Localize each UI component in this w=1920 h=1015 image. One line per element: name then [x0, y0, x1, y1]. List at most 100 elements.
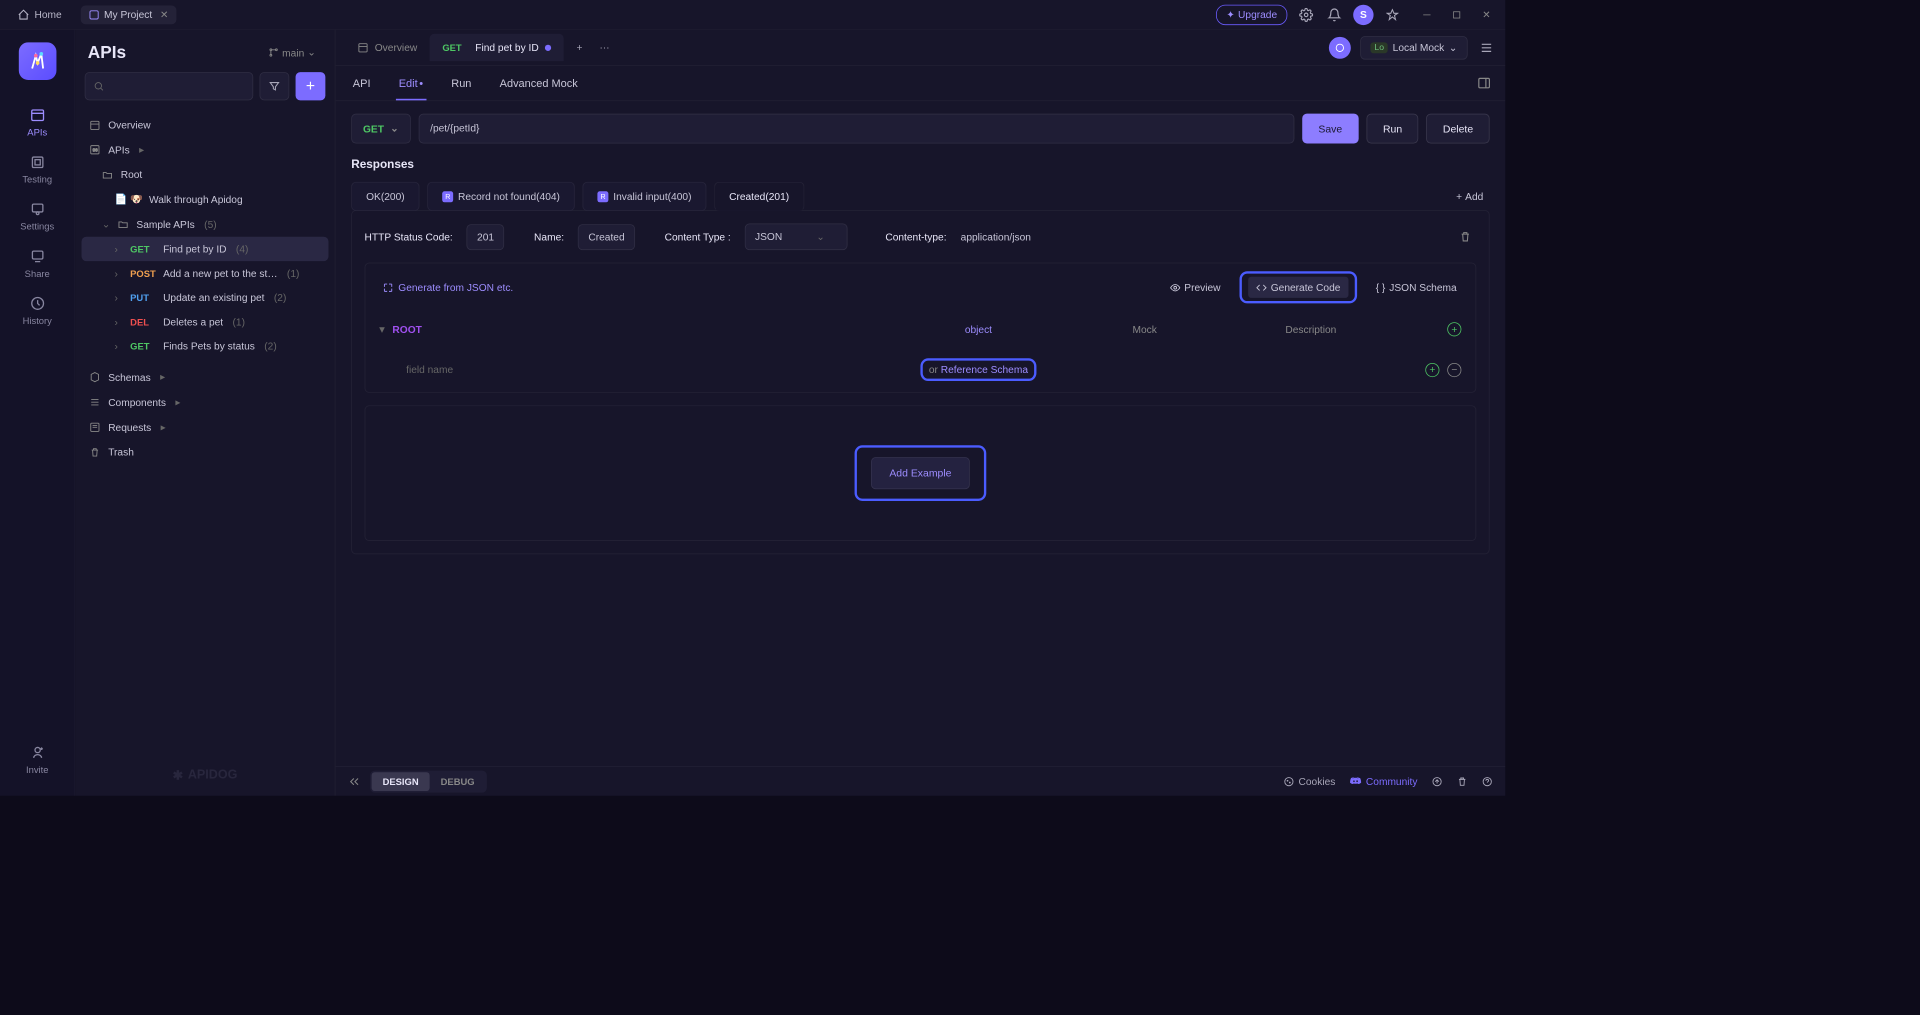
tree-apis-section[interactable]: 96 APIs ▸	[82, 137, 329, 162]
code-icon	[1256, 282, 1267, 293]
add-example-button[interactable]: Add Example	[871, 457, 969, 489]
close-window-icon[interactable]: ✕	[1477, 5, 1496, 24]
tree-overview[interactable]: Overview	[82, 113, 329, 137]
resp-tab-0[interactable]: OK(200)	[351, 182, 419, 211]
field-name-input[interactable]: field name	[403, 361, 456, 379]
chevron-down-icon: ⌄	[1449, 41, 1458, 54]
status-badge-icon: R	[442, 191, 453, 202]
project-tab[interactable]: My Project ✕	[81, 5, 177, 24]
search-icon	[93, 81, 104, 92]
tree-walkthrough[interactable]: 📄 🐶 Walk through Apidog	[82, 187, 329, 212]
tree-trash[interactable]: Trash	[82, 440, 329, 464]
tree-endpoint-4[interactable]: › GET Finds Pets by status (2)	[82, 334, 329, 358]
save-button[interactable]: Save	[1302, 114, 1359, 144]
generate-code-button[interactable]: Generate Code	[1248, 277, 1348, 298]
json-schema-button[interactable]: { } JSON Schema	[1368, 277, 1465, 298]
rail-testing-label: Testing	[22, 174, 52, 185]
url-input[interactable]: /pet/{petId}	[418, 114, 1294, 144]
tab-menu-button[interactable]: ⋯	[595, 38, 614, 57]
sample-apis-count: (5)	[204, 218, 216, 230]
delete-button[interactable]: Delete	[1426, 114, 1489, 144]
root-label-text: ROOT	[392, 323, 421, 335]
filter-button[interactable]	[260, 72, 290, 100]
tab-find-pet[interactable]: GET Find pet by ID	[430, 34, 564, 61]
folder-icon	[102, 169, 115, 180]
help-button[interactable]	[1482, 776, 1493, 787]
remove-field-button[interactable]: −	[1447, 363, 1461, 377]
rail-share[interactable]: Share	[0, 240, 74, 287]
sidebar-title: APIs	[88, 42, 126, 62]
tree-components[interactable]: Components ▸	[82, 390, 329, 415]
reference-schema-button[interactable]: Reference Schema	[941, 364, 1028, 376]
content-type-select[interactable]: JSON ⌄	[745, 223, 848, 250]
rail-invite[interactable]: Invite	[0, 736, 74, 783]
status-code-input[interactable]: 201	[467, 224, 504, 250]
tree-endpoint-2[interactable]: › PUT Update an existing pet (2)	[82, 285, 329, 309]
tree-overview-label: Overview	[108, 119, 150, 131]
endpoint-count: (2)	[264, 340, 276, 352]
close-icon[interactable]: ✕	[160, 8, 169, 21]
type-column[interactable]: object	[900, 323, 1057, 335]
tree-requests[interactable]: Requests ▸	[82, 415, 329, 440]
panel-toggle-button[interactable]	[1477, 76, 1491, 90]
generate-json-button[interactable]: Generate from JSON etc.	[376, 278, 519, 296]
menu-button[interactable]	[1477, 38, 1496, 57]
new-tab-button[interactable]: +	[570, 38, 589, 57]
collapse-icon[interactable]	[348, 775, 361, 788]
rail-settings[interactable]: Settings	[0, 193, 74, 240]
branch-selector[interactable]: main ⌄	[262, 43, 322, 62]
rail-history[interactable]: History	[0, 287, 74, 334]
tree-sample-apis[interactable]: ⌄ Sample APIs (5)	[82, 212, 329, 237]
name-input[interactable]: Created	[578, 224, 635, 250]
home-button[interactable]: Home	[9, 5, 69, 24]
add-response-button[interactable]: + Add	[1450, 184, 1490, 208]
design-mode-button[interactable]: DESIGN	[372, 772, 430, 791]
tree-root-folder[interactable]: Root	[82, 162, 329, 186]
delete-response-button[interactable]	[1454, 226, 1476, 248]
subtab-advanced[interactable]: Advanced Mock	[497, 66, 581, 100]
cookies-button[interactable]: Cookies	[1284, 775, 1336, 787]
avatar[interactable]: S	[1353, 4, 1373, 24]
add-field-button[interactable]: +	[1425, 363, 1439, 377]
tab-label: Find pet by ID	[475, 42, 538, 54]
subtab-api[interactable]: API	[350, 66, 374, 100]
minimize-icon[interactable]: ─	[1417, 5, 1436, 24]
rail-apis[interactable]: APIs	[0, 99, 74, 146]
tab-overview[interactable]: Overview	[345, 34, 430, 61]
subtab-edit[interactable]: Edit•	[396, 66, 427, 100]
trash-footer-button[interactable]	[1457, 776, 1468, 787]
tree-endpoint-1[interactable]: › POST Add a new pet to the st… (1)	[82, 261, 329, 285]
upload-icon	[1432, 776, 1443, 787]
upgrade-button[interactable]: ✦ Upgrade	[1216, 4, 1287, 24]
components-icon	[89, 397, 102, 408]
environment-selector[interactable]: Lo Local Mock ⌄	[1360, 36, 1467, 60]
run-button[interactable]: Run	[1367, 114, 1419, 144]
ai-button[interactable]	[1329, 36, 1351, 58]
folder-icon	[118, 219, 131, 230]
rail-testing[interactable]: Testing	[0, 146, 74, 193]
search-input[interactable]	[85, 72, 254, 100]
subtab-run[interactable]: Run	[448, 66, 474, 100]
braces-icon: { }	[1376, 281, 1386, 293]
add-field-button[interactable]: +	[1447, 322, 1461, 336]
pin-icon[interactable]	[1383, 5, 1402, 24]
tree-endpoint-0[interactable]: › GET Find pet by ID (4)	[82, 237, 329, 261]
debug-mode-button[interactable]: DEBUG	[430, 772, 486, 791]
schema-field-row: field name or Reference Schema +	[365, 347, 1475, 392]
upload-button[interactable]	[1432, 776, 1443, 787]
tree-endpoint-3[interactable]: › DEL Deletes a pet (1)	[82, 310, 329, 334]
method-selector[interactable]: GET ⌄	[351, 114, 410, 144]
bell-icon[interactable]	[1325, 5, 1344, 24]
add-button[interactable]: +	[296, 72, 326, 100]
community-button[interactable]: Community	[1349, 775, 1417, 788]
app-logo[interactable]	[18, 42, 56, 80]
settings-icon[interactable]	[1297, 5, 1316, 24]
maximize-icon[interactable]	[1447, 5, 1466, 24]
resp-tab-3[interactable]: Created(201)	[714, 182, 804, 211]
tree-schemas[interactable]: Schemas ▸	[82, 365, 329, 390]
schema-root[interactable]: ▾ ROOT	[379, 323, 890, 336]
resp-tab-1[interactable]: R Record not found(404)	[427, 182, 574, 211]
sidebar: APIs main ⌄ + Overview 96	[75, 30, 335, 796]
preview-button[interactable]: Preview	[1162, 277, 1229, 298]
resp-tab-2[interactable]: R Invalid input(400)	[583, 182, 707, 211]
